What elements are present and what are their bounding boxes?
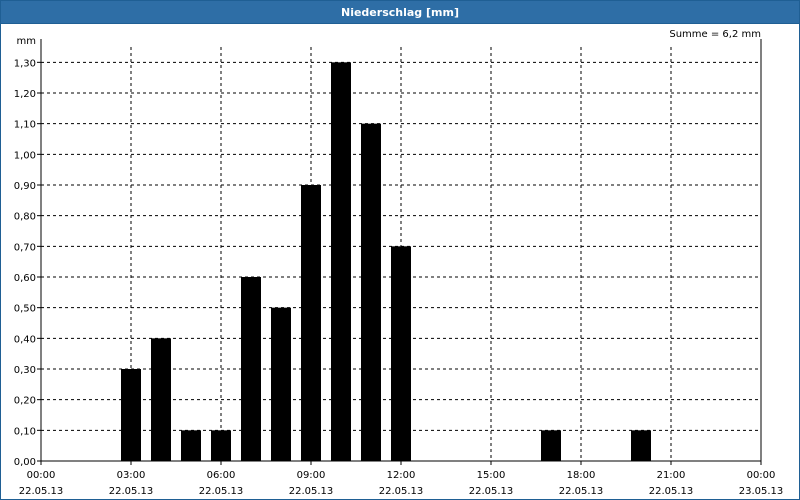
x-tick-time: 06:00 <box>207 470 236 481</box>
x-tick-date: 22.05.13 <box>379 486 424 497</box>
x-tick-time: 09:00 <box>297 470 326 481</box>
y-tick-label: 0,50 <box>14 304 36 315</box>
chart-window: Niederschlag [mm] 0,00 0,10 0,20 0,30 0,40 0,… <box>0 0 800 500</box>
y-tick-label: 1,00 <box>14 150 36 161</box>
y-tick-label: 1,10 <box>14 120 36 131</box>
precipitation-chart: 0,00 0,10 0,20 0,30 0,40 0,50 0,60 0,70 0,80 0,90… <box>14 29 784 497</box>
y-tick-label: 0,70 <box>14 242 36 253</box>
x-tick-time: 15:00 <box>477 470 506 481</box>
x-tick-time: 03:00 <box>117 470 146 481</box>
bar <box>151 338 171 461</box>
x-tick-date: 23.05.13 <box>739 486 784 497</box>
y-tick-label: 1,20 <box>14 89 36 100</box>
x-tick-time: 21:00 <box>657 470 686 481</box>
y-tick-label: 0,10 <box>14 426 36 437</box>
y-tick-label: 0,80 <box>14 212 36 223</box>
bar <box>211 430 231 461</box>
bar <box>181 430 201 461</box>
y-axis-label: mm <box>17 36 36 47</box>
x-tick-time: 18:00 <box>567 470 596 481</box>
bar <box>331 62 351 461</box>
x-tick-date: 22.05.13 <box>19 486 64 497</box>
x-tick-date: 22.05.13 <box>649 486 694 497</box>
sum-annotation: Summe = 6,2 mm <box>669 29 761 40</box>
x-tick-date: 22.05.13 <box>289 486 334 497</box>
bar <box>541 430 561 461</box>
x-tick-time: 00:00 <box>747 470 776 481</box>
x-tick-date: 22.05.13 <box>469 486 514 497</box>
x-tick-time: 12:00 <box>387 470 416 481</box>
bar <box>631 430 651 461</box>
y-tick-label: 0,60 <box>14 273 36 284</box>
x-tick-date: 22.05.13 <box>109 486 154 497</box>
y-tick-label: 0,40 <box>14 334 36 345</box>
x-tick-date: 22.05.13 <box>199 486 244 497</box>
y-tick-label: 1,30 <box>14 58 36 69</box>
bar <box>301 185 321 461</box>
y-tick-label: 0,90 <box>14 181 36 192</box>
bar <box>361 123 381 462</box>
x-tick-date: 22.05.13 <box>559 486 604 497</box>
y-tick-label: 0,00 <box>14 457 36 468</box>
bar <box>121 369 141 461</box>
bar <box>391 246 411 461</box>
bar <box>271 307 291 461</box>
y-tick-label: 0,30 <box>14 365 36 376</box>
bar <box>241 277 261 461</box>
y-tick-label: 0,20 <box>14 396 36 407</box>
x-tick-time: 00:00 <box>27 470 56 481</box>
